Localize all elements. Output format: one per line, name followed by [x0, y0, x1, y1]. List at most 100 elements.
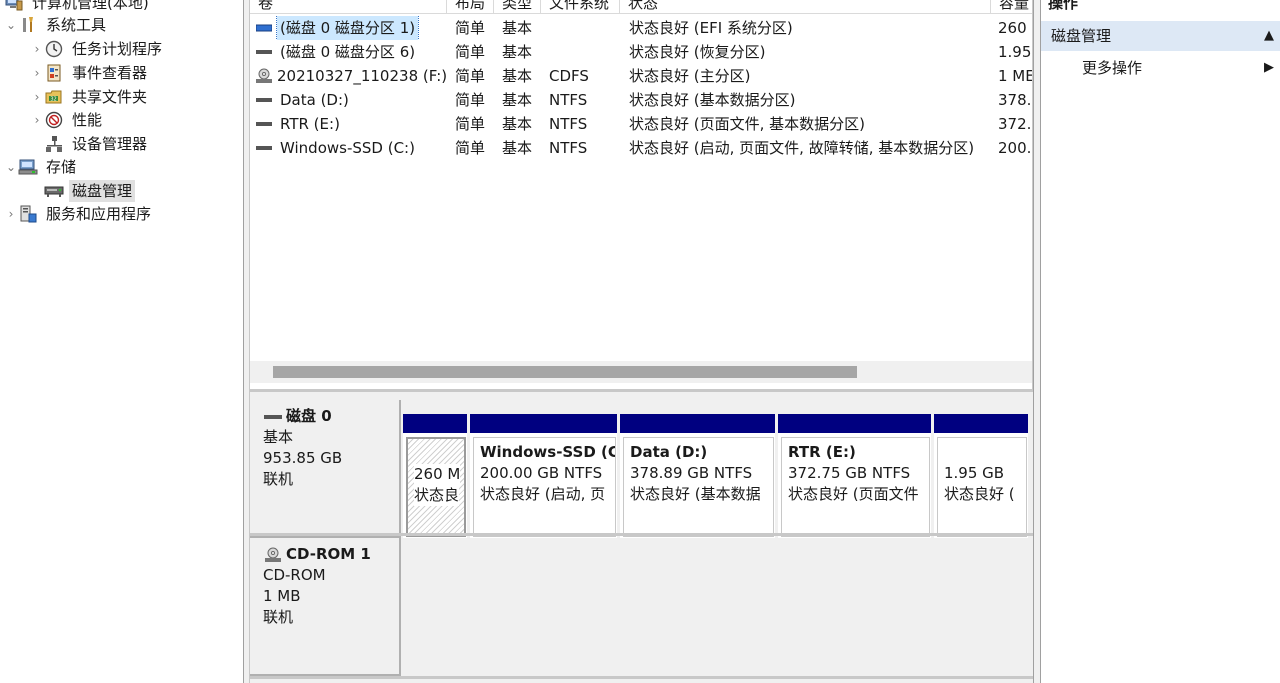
drive-icon: [255, 117, 273, 131]
horizontal-scrollbar[interactable]: [250, 361, 1032, 383]
partition-size: 260 M: [414, 464, 461, 485]
disk-title: CD-ROM 1: [286, 545, 371, 563]
volume-type: 基本: [502, 139, 533, 157]
column-header-status[interactable]: 状态: [620, 0, 991, 14]
disk-size: 1 MB: [263, 587, 301, 605]
volume-name: RTR (E:): [280, 115, 340, 133]
tree-item-storage[interactable]: ⌄ 存储: [4, 156, 79, 178]
tree-root[interactable]: 计算机管理(本地): [4, 0, 152, 14]
drive-icon: [255, 93, 273, 107]
partition-header: [470, 414, 617, 433]
column-header-filesystem[interactable]: 文件系统: [541, 0, 620, 14]
disk-icon: [263, 409, 283, 425]
table-row[interactable]: (磁盘 0 磁盘分区 1) 简单 基本 状态良好 (EFI 系统分区) 260 …: [250, 16, 1032, 40]
volume-name: Windows-SSD (C:): [280, 139, 415, 157]
column-header-volume[interactable]: 卷: [250, 0, 447, 14]
scrollbar-thumb[interactable]: [273, 366, 857, 378]
tree-item-label: 共享文件夹: [72, 88, 148, 106]
volume-layout: 简单: [455, 115, 486, 133]
partition-status: 状态良好 (: [944, 485, 1015, 503]
chevron-right-icon[interactable]: ›: [4, 203, 18, 225]
drive-icon: [255, 141, 273, 155]
volume-fs: [549, 16, 619, 40]
tree-item-performance[interactable]: › 性能: [30, 109, 105, 131]
table-row[interactable]: 20210327_110238 (F:) 简单 基本 CDFS 状态良好 (主分…: [250, 64, 1032, 88]
disk-state: 联机: [263, 608, 294, 626]
tree-item-label: 任务计划程序: [72, 40, 163, 58]
volume-name: 20210327_110238 (F:): [277, 67, 448, 85]
partition-header: [620, 414, 775, 433]
partition[interactable]: 260 M 状态良: [403, 414, 467, 538]
table-row[interactable]: Data (D:) 简单 基本 NTFS 状态良好 (基本数据分区) 378.8: [250, 88, 1032, 112]
volume-capacity: 200.0: [998, 139, 1032, 157]
disk-separator: [250, 676, 1033, 679]
actions-title: 操作: [1048, 0, 1079, 12]
tree-item-services-apps[interactable]: › 服务和应用程序: [4, 203, 154, 225]
tree-item-device-manager[interactable]: 设备管理器: [30, 133, 150, 155]
chevron-right-icon[interactable]: ›: [30, 109, 44, 131]
svg-text:32: 32: [50, 97, 56, 103]
volume-type: 基本: [502, 91, 533, 109]
column-header-type[interactable]: 类型: [494, 0, 541, 14]
volume-layout: 简单: [455, 67, 486, 85]
device-manager-icon: [44, 135, 64, 153]
tree-item-disk-management[interactable]: 磁盘管理: [30, 180, 136, 202]
volume-fs: [549, 40, 619, 64]
volume-type: 基本: [502, 67, 533, 85]
table-row[interactable]: (磁盘 0 磁盘分区 6) 简单 基本 状态良好 (恢复分区) 1.95: [250, 40, 1032, 64]
disk-size: 953.85 GB: [263, 449, 343, 467]
chevron-right-icon[interactable]: ›: [30, 62, 44, 84]
tree-item-label: 服务和应用程序: [46, 205, 152, 223]
disk-kind: CD-ROM: [263, 566, 326, 584]
cd-drive-icon: [263, 547, 283, 563]
tree-item-label: 系统工具: [46, 16, 107, 34]
tree-item-task-scheduler[interactable]: › 任务计划程序: [30, 38, 165, 60]
volume-status: 状态良好 (恢复分区): [629, 43, 766, 61]
chevron-down-icon[interactable]: ⌄: [4, 156, 18, 178]
tree-splitter[interactable]: [243, 0, 250, 683]
tree-root-label: 计算机管理(本地): [32, 0, 149, 12]
more-actions-item[interactable]: 更多操作: [1082, 56, 1142, 80]
partition-size: 200.00 GB NTFS: [480, 464, 603, 482]
chevron-right-icon[interactable]: ›: [30, 38, 44, 60]
partition[interactable]: RTR (E:) 372.75 GB NTFS 状态良好 (页面文件: [778, 414, 931, 538]
actions-splitter[interactable]: [1033, 0, 1041, 683]
disk-info[interactable]: CD-ROM 1 CD-ROM 1 MB 联机: [250, 538, 401, 676]
column-header-layout[interactable]: 布局: [447, 0, 494, 14]
table-row[interactable]: Windows-SSD (C:) 简单 基本 NTFS 状态良好 (启动, 页面…: [250, 136, 1032, 160]
submenu-arrow-icon[interactable]: ▶: [1264, 57, 1274, 79]
partition[interactable]: 1.95 GB 状态良好 (: [934, 414, 1028, 538]
disk-title: 磁盘 0: [286, 407, 332, 425]
tree-item-label: 事件查看器: [72, 64, 148, 82]
chevron-right-icon[interactable]: ›: [30, 86, 44, 108]
partition[interactable]: Windows-SSD (C:) 200.00 GB NTFS 状态良好 (启动…: [470, 414, 617, 538]
partition-name: [944, 442, 1026, 463]
drive-icon: [255, 45, 273, 59]
cd-drive-icon: [255, 68, 273, 83]
volume-capacity: 378.8: [998, 91, 1032, 109]
tree-item-shared-folders[interactable]: › 32 共享文件夹: [30, 86, 150, 108]
clock-icon: [44, 40, 64, 58]
partition-status: 状态良好 (页面文件: [788, 485, 919, 503]
actions-pane: 操作 磁盘管理 ▲ 更多操作 ▶: [1041, 0, 1280, 683]
column-header-capacity[interactable]: 容量: [991, 0, 1032, 14]
performance-icon: [44, 111, 64, 129]
partition-header: [934, 414, 1028, 433]
partition-size: 372.75 GB NTFS: [788, 464, 911, 482]
partition[interactable]: Data (D:) 378.89 GB NTFS 状态良好 (基本数据: [620, 414, 775, 538]
volume-capacity: 1.95: [998, 43, 1032, 61]
chevron-down-icon[interactable]: ⌄: [4, 14, 18, 36]
volume-fs: NTFS: [549, 91, 588, 109]
table-row[interactable]: RTR (E:) 简单 基本 NTFS 状态良好 (页面文件, 基本数据分区) …: [250, 112, 1032, 136]
disk-kind: 基本: [263, 428, 294, 446]
tree-item-system-tools[interactable]: ⌄ 系统工具: [4, 14, 109, 36]
volume-status: 状态良好 (主分区): [629, 67, 751, 85]
actions-group-label: 磁盘管理: [1051, 27, 1112, 45]
partition-header: [778, 414, 931, 433]
partition-status: 状态良好 (启动, 页: [480, 485, 606, 503]
actions-group-disk-management[interactable]: 磁盘管理 ▲: [1041, 21, 1280, 51]
partition-header: [403, 414, 467, 433]
tree-item-event-viewer[interactable]: › 事件查看器: [30, 62, 150, 84]
disk-info[interactable]: 磁盘 0 基本 953.85 GB 联机: [250, 400, 401, 538]
collapse-up-icon[interactable]: ▲: [1264, 21, 1274, 51]
